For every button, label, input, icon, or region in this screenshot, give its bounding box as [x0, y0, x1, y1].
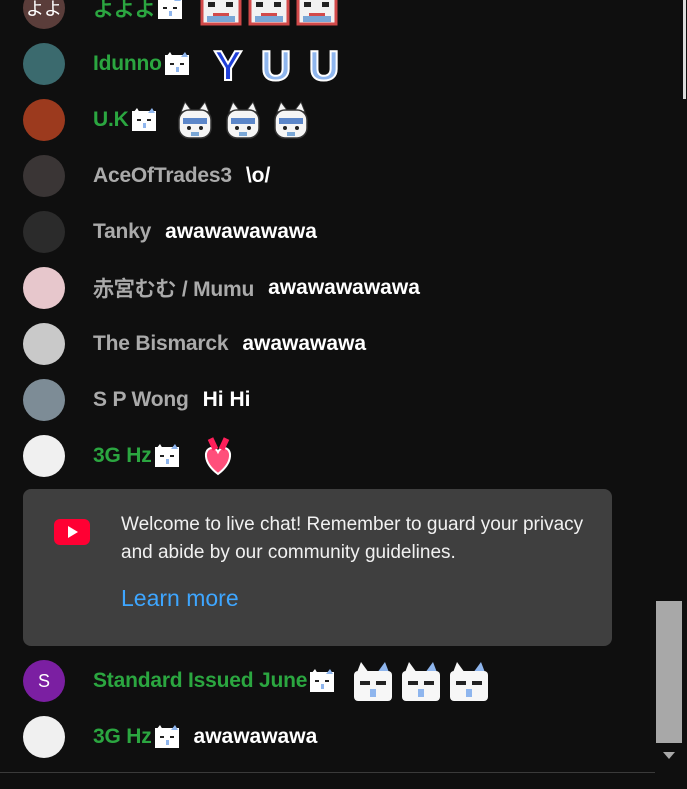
chat-message[interactable]: The Bismarck awawawawa	[0, 316, 660, 372]
author-name[interactable]: AceOfTrades3	[93, 164, 232, 188]
svg-text:U: U	[309, 42, 339, 86]
message-line: よよよ	[93, 0, 339, 36]
svg-text:Y: Y	[214, 42, 242, 86]
chat-message[interactable]: 3G Hz awawawawa	[0, 709, 660, 765]
scrollbar-thumb[interactable]	[656, 601, 682, 743]
letter-y-emoji: Y	[206, 41, 250, 90]
emoji-group	[196, 434, 240, 478]
cat-mask-emoji	[173, 98, 217, 142]
message-text: awawawawa	[242, 332, 367, 355]
member-badge-icon	[154, 444, 180, 468]
message-line: 3G Hz awawawawa	[93, 709, 317, 765]
member-badge-icon	[131, 108, 157, 132]
message-text: awawawawawa	[165, 220, 317, 243]
welcome-banner: Welcome to live chat! Remember to guard …	[23, 489, 612, 646]
message-line: The Bismarck awawawawa	[93, 316, 366, 372]
message-line: 赤宮むむ / Mumu awawawawawa	[93, 260, 420, 316]
chat-message[interactable]: S Standard Issued June	[0, 653, 660, 709]
youtube-icon	[54, 519, 90, 545]
avatar[interactable]	[23, 379, 65, 421]
member-badge-icon	[154, 725, 180, 749]
avatar[interactable]	[23, 43, 65, 85]
emoji-group	[199, 0, 339, 30]
author-name[interactable]: 3G Hz	[93, 444, 152, 468]
chat-message[interactable]: Tanky awawawawawa	[0, 204, 660, 260]
message-line: 3G Hz	[93, 428, 240, 484]
heart-cup-emoji	[196, 434, 240, 478]
member-badge-icon	[309, 669, 335, 693]
welcome-message: Welcome to live chat! Remember to guard …	[121, 514, 584, 563]
pixel-face-emoji	[247, 0, 291, 30]
letter-u-emoji: U	[302, 41, 346, 90]
message-text: \o/	[245, 164, 271, 187]
pixel-face-emoji	[199, 0, 243, 30]
author-name[interactable]: Standard Issued June	[93, 669, 307, 693]
message-line: S P Wong Hi Hi	[93, 372, 250, 428]
author-name[interactable]: 赤宮むむ / Mumu	[93, 273, 254, 303]
avatar[interactable]: よよ	[23, 0, 65, 29]
avatar[interactable]	[23, 155, 65, 197]
divider	[0, 772, 655, 773]
chat-message[interactable]: よよ よよよ	[0, 0, 660, 36]
avatar[interactable]	[23, 211, 65, 253]
message-line: Tanky awawawawawa	[93, 204, 317, 260]
scroll-down-arrow-icon[interactable]	[663, 752, 675, 759]
author-name[interactable]: Tanky	[93, 220, 151, 244]
cat-face-emoji	[447, 659, 491, 703]
cat-face-emoji	[351, 659, 395, 703]
svg-text:U: U	[261, 42, 291, 86]
emoji-group: YUU	[206, 41, 346, 90]
message-text: awawawawawa	[268, 276, 420, 299]
emoji-group	[351, 659, 491, 703]
emoji-group	[173, 98, 313, 142]
message-line: Idunno Y U U	[93, 36, 346, 92]
chat-message[interactable]: U.K	[0, 92, 660, 148]
avatar[interactable]	[23, 267, 65, 309]
chat-message[interactable]: S P Wong Hi Hi	[0, 372, 660, 428]
page-scrollbar[interactable]	[683, 0, 686, 99]
avatar[interactable]	[23, 716, 65, 758]
chat-message[interactable]: AceOfTrades3 \o/	[0, 148, 660, 204]
author-name[interactable]: Idunno	[93, 52, 162, 76]
author-name[interactable]: よよよ	[93, 0, 156, 23]
avatar[interactable]	[23, 435, 65, 477]
author-name[interactable]: U.K	[93, 108, 129, 132]
chat-message[interactable]: Idunno Y U U	[0, 36, 660, 92]
avatar[interactable]	[23, 323, 65, 365]
chat-message[interactable]: 赤宮むむ / Mumu awawawawawa	[0, 260, 660, 316]
author-name[interactable]: 3G Hz	[93, 725, 152, 749]
letter-u-emoji: U	[254, 41, 298, 90]
learn-more-link[interactable]: Learn more	[121, 585, 239, 612]
message-line: Standard Issued June	[93, 653, 491, 709]
cat-face-emoji	[399, 659, 443, 703]
message-line: U.K	[93, 92, 313, 148]
member-badge-icon	[164, 52, 190, 76]
message-text: Hi Hi	[202, 388, 251, 411]
cat-mask-emoji	[269, 98, 313, 142]
author-name[interactable]: S P Wong	[93, 388, 189, 412]
chat-message[interactable]: 3G Hz	[0, 428, 660, 484]
avatar[interactable]: S	[23, 660, 65, 702]
author-name[interactable]: The Bismarck	[93, 332, 229, 356]
member-badge-icon	[157, 0, 183, 20]
avatar[interactable]	[23, 99, 65, 141]
pixel-face-emoji	[295, 0, 339, 30]
message-line: AceOfTrades3 \o/	[93, 148, 270, 204]
cat-mask-emoji	[221, 98, 265, 142]
message-text: awawawawa	[193, 725, 318, 748]
